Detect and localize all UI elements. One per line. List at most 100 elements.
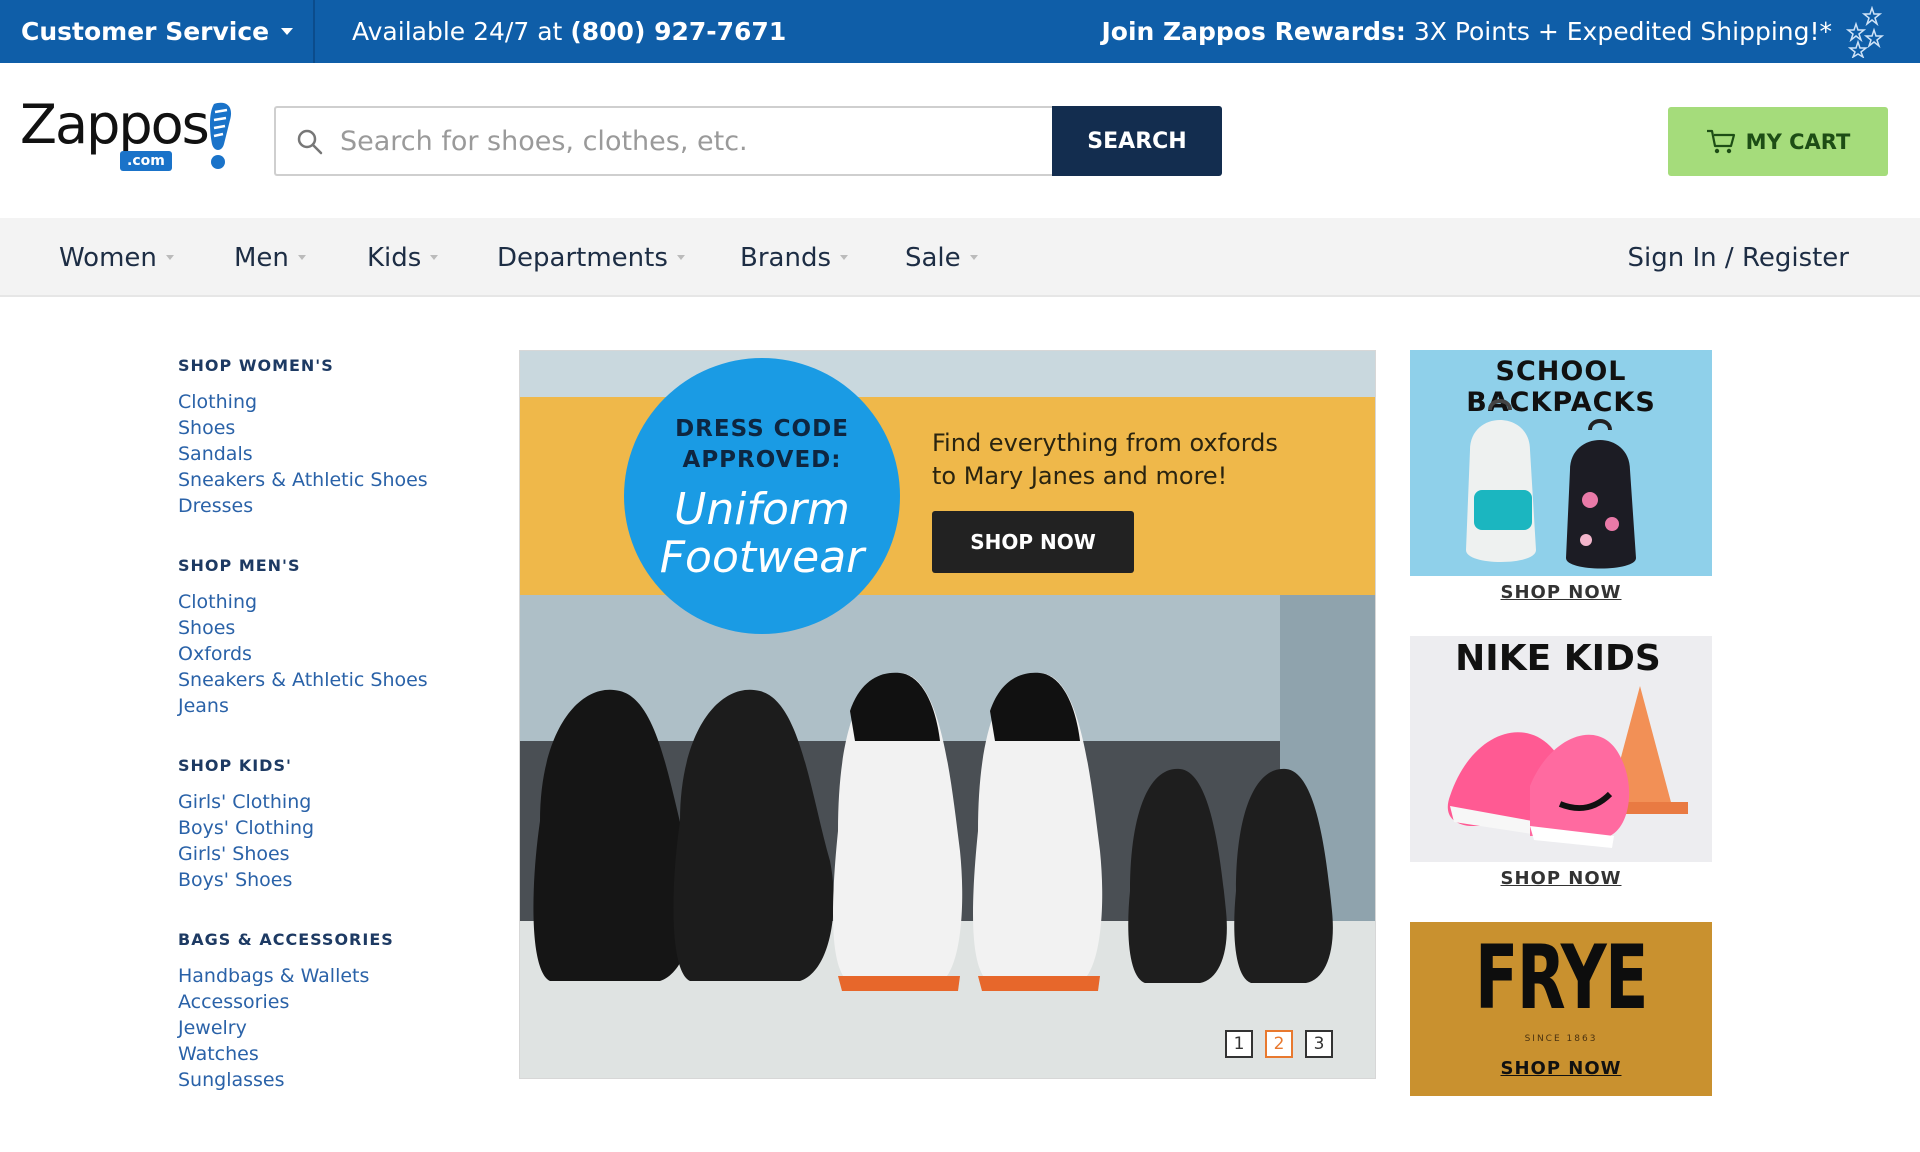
main-nav: Women Men Kids Departments Brands Sale S… xyxy=(0,218,1920,297)
chevron-down-icon xyxy=(840,255,848,260)
availability-label: Available 24/7 at xyxy=(352,17,563,46)
carousel-page-3[interactable]: 3 xyxy=(1305,1030,1333,1058)
hero-copy-line1: Find everything from oxfords xyxy=(932,429,1278,457)
nav-brands[interactable]: Brands xyxy=(740,218,848,297)
customer-service-menu[interactable]: Customer Service xyxy=(21,0,294,63)
rewards-promo[interactable]: Join Zappos Rewards: 3X Points + Expedit… xyxy=(1101,0,1832,63)
hero-circle-headline: Uniform Footwear xyxy=(624,486,900,582)
sidebar-link[interactable]: Watches xyxy=(178,1041,478,1067)
cart-icon xyxy=(1706,129,1735,153)
carousel-pager: 1 2 3 xyxy=(1225,1030,1333,1058)
nav-brands-label: Brands xyxy=(740,242,831,273)
frye-shop-now-link[interactable]: SHOP NOW xyxy=(1410,1058,1712,1079)
backpacks-photo xyxy=(1466,399,1636,569)
phone-number[interactable]: (800) 927-7671 xyxy=(570,17,786,46)
sidebar-link[interactable]: Jewelry xyxy=(178,1015,478,1041)
nike-kids-title: NIKE KIDS xyxy=(1455,638,1661,679)
top-bar: Customer Service Available 24/7 at (800)… xyxy=(0,0,1920,63)
sidebar-group-kids: SHOP KIDS' Girls' Clothing Boys' Clothin… xyxy=(178,756,478,893)
sidebar-link[interactable]: Oxfords xyxy=(178,641,478,667)
hero-circle-line1: DRESS CODE xyxy=(675,416,849,442)
nav-sale[interactable]: Sale xyxy=(905,218,978,297)
category-sidebar: SHOP WOMEN'S Clothing Shoes Sandals Snea… xyxy=(178,356,478,1130)
chevron-down-icon xyxy=(281,28,294,35)
nav-men-label: Men xyxy=(234,242,289,273)
sidebar-link[interactable]: Shoes xyxy=(178,415,478,441)
hero-banner[interactable]: DRESS CODE APPROVED: Uniform Footwear Fi… xyxy=(519,350,1376,1079)
sidebar-link[interactable]: Sneakers & Athletic Shoes xyxy=(178,667,478,693)
hero-circle-kicker: DRESS CODE APPROVED: xyxy=(624,414,900,476)
sidebar-heading: SHOP MEN'S xyxy=(178,556,301,575)
frye-since: SINCE 1863 xyxy=(1524,1034,1598,1044)
chevron-down-icon xyxy=(969,255,978,260)
sidebar-link[interactable]: Dresses xyxy=(178,493,478,519)
chevron-down-icon xyxy=(430,255,439,260)
search-input[interactable] xyxy=(340,108,1040,174)
sidebar-link[interactable]: Handbags & Wallets xyxy=(178,963,478,989)
sidebar-link[interactable]: Boys' Shoes xyxy=(178,867,478,893)
sidebar-group-bags: BAGS & ACCESSORIES Handbags & Wallets Ac… xyxy=(178,930,478,1093)
search-box xyxy=(274,106,1052,176)
shoes-photo xyxy=(520,591,1375,1078)
logo-wordmark: Zappos xyxy=(20,93,210,156)
nav-women-label: Women xyxy=(59,242,157,273)
hero-shop-now-button[interactable]: SHOP NOW xyxy=(932,511,1134,573)
nav-departments[interactable]: Departments xyxy=(497,218,685,297)
nav-sale-label: Sale xyxy=(905,242,961,273)
rewards-offer: 3X Points + Expedited Shipping!* xyxy=(1413,17,1832,46)
nav-departments-label: Departments xyxy=(497,242,668,273)
sidebar-link[interactable]: Sunglasses xyxy=(178,1067,478,1093)
shoe-logo-icon xyxy=(210,102,232,169)
hero-circle-badge: DRESS CODE APPROVED: Uniform Footwear xyxy=(624,358,900,634)
promo-school-backpacks[interactable]: SCHOOL BACKPACKS SHOP NOW xyxy=(1410,350,1712,603)
search-icon xyxy=(297,129,323,155)
zappos-logo[interactable]: Zappos .com xyxy=(20,93,232,178)
sidebar-group-men: SHOP MEN'S Clothing Shoes Oxfords Sneake… xyxy=(178,556,478,719)
sidebar-heading: SHOP WOMEN'S xyxy=(178,356,334,375)
sidebar-link[interactable]: Girls' Shoes xyxy=(178,841,478,867)
sidebar-link[interactable]: Sandals xyxy=(178,441,478,467)
sidebar-link[interactable]: Shoes xyxy=(178,615,478,641)
sidebar-link[interactable]: Clothing xyxy=(178,589,478,615)
search-button[interactable]: SEARCH xyxy=(1052,106,1222,176)
frye-image: FRYE SINCE 1863 SHOP NOW xyxy=(1410,922,1712,1096)
sidebar-link[interactable]: Clothing xyxy=(178,389,478,415)
availability-text: Available 24/7 at (800) 927-7671 xyxy=(352,0,786,63)
chevron-down-icon xyxy=(676,255,685,260)
carousel-page-1[interactable]: 1 xyxy=(1225,1030,1253,1058)
sidebar-link[interactable]: Accessories xyxy=(178,989,478,1015)
nike-kids-image: NIKE KIDS xyxy=(1410,636,1712,862)
carousel-page-2[interactable]: 2 xyxy=(1265,1030,1293,1058)
promo-nike-kids[interactable]: NIKE KIDS SHOP NOW xyxy=(1410,636,1712,889)
nike-kids-photo xyxy=(1447,686,1688,848)
sidebar-link[interactable]: Girls' Clothing xyxy=(178,789,478,815)
sidebar-link[interactable]: Jeans xyxy=(178,693,478,719)
sidebar-heading: SHOP KIDS' xyxy=(178,756,292,775)
top-bar-divider xyxy=(313,0,315,63)
hero-circle-big2: Footwear xyxy=(659,532,865,583)
nav-women[interactable]: Women xyxy=(59,218,174,297)
chevron-down-icon xyxy=(297,255,306,260)
sign-in-register-link[interactable]: Sign In / Register xyxy=(1628,218,1849,297)
hero-copy-line2: to Mary Janes and more! xyxy=(932,462,1228,490)
hero-copy: Find everything from oxfords to Mary Jan… xyxy=(932,427,1352,493)
hero-circle-line2: APPROVED: xyxy=(682,447,842,473)
nav-men[interactable]: Men xyxy=(234,218,306,297)
promo-frye[interactable]: FRYE SINCE 1863 SHOP NOW xyxy=(1410,922,1712,1096)
my-cart-label: MY CART xyxy=(1745,129,1851,154)
nike-kids-shop-now-link[interactable]: SHOP NOW xyxy=(1410,868,1712,889)
frye-logo: FRYE xyxy=(1474,926,1648,1029)
stars-icon xyxy=(1845,6,1885,58)
sidebar-group-women: SHOP WOMEN'S Clothing Shoes Sandals Snea… xyxy=(178,356,478,519)
backpacks-image: SCHOOL BACKPACKS xyxy=(1410,350,1712,576)
chevron-down-icon xyxy=(165,255,174,260)
nav-kids-label: Kids xyxy=(367,242,422,273)
nav-kids[interactable]: Kids xyxy=(367,218,439,297)
hero-circle-big1: Uniform xyxy=(674,484,850,535)
rewards-label: Join Zappos Rewards: xyxy=(1101,17,1406,46)
my-cart-button[interactable]: MY CART xyxy=(1668,107,1888,176)
customer-service-label: Customer Service xyxy=(21,17,270,46)
backpacks-shop-now-link[interactable]: SHOP NOW xyxy=(1410,582,1712,603)
sidebar-link[interactable]: Boys' Clothing xyxy=(178,815,478,841)
sidebar-link[interactable]: Sneakers & Athletic Shoes xyxy=(178,467,478,493)
